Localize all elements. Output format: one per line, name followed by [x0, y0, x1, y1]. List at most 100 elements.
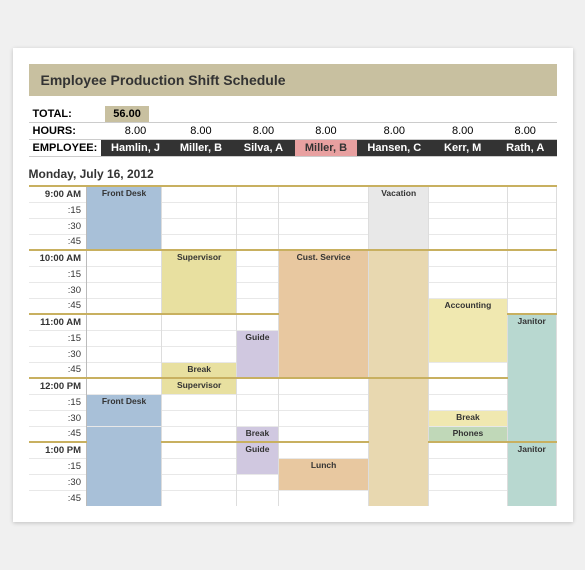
schedule-slot — [428, 234, 507, 250]
schedule-slot: Lunch — [278, 458, 369, 490]
emp-kerr: Kerr, M — [431, 140, 494, 157]
schedule-slot — [162, 458, 237, 474]
schedule-slot — [162, 330, 237, 346]
schedule-slot: Accounting — [428, 298, 507, 362]
hours-silva: 8.00 — [232, 123, 295, 140]
schedule-slot — [237, 490, 279, 506]
emp-miller2: Miller, B — [295, 140, 358, 157]
hours-miller2: 8.00 — [295, 123, 358, 140]
schedule-slot — [278, 378, 369, 394]
summary-table: TOTAL: 56.00 HOURS: 8.00 8.00 8.00 8.00 … — [29, 106, 557, 157]
schedule-slot — [162, 490, 237, 506]
time-cell: 11:00 AM — [29, 314, 87, 330]
emp-hamlin: Hamlin, J — [101, 140, 169, 157]
schedule-slot — [237, 378, 279, 394]
schedule-slot — [428, 282, 507, 298]
page-title: Employee Production Shift Schedule — [29, 64, 557, 96]
schedule-slot — [428, 218, 507, 234]
time-cell: 1:00 PM — [29, 442, 87, 458]
schedule-slot — [162, 314, 237, 330]
schedule-slot: Break — [237, 426, 279, 442]
schedule-slot — [87, 330, 162, 346]
emp-silva: Silva, A — [232, 140, 295, 157]
schedule-slot — [237, 250, 279, 266]
employee-label: EMPLOYEE: — [29, 140, 102, 157]
schedule-slot — [507, 202, 556, 218]
schedule-slot — [428, 362, 507, 378]
schedule-slot: Cust. Service — [278, 250, 369, 378]
schedule-slot — [87, 362, 162, 378]
schedule-slot — [428, 490, 507, 506]
schedule-slot — [237, 234, 279, 250]
schedule-slot — [369, 378, 428, 506]
schedule-slot — [507, 266, 556, 282]
emp-miller1: Miller, B — [170, 140, 233, 157]
hours-label: HOURS: — [29, 123, 102, 140]
hours-hamlin: 8.00 — [101, 123, 169, 140]
schedule-slot — [237, 202, 279, 218]
time-cell: 12:00 PM — [29, 378, 87, 394]
time-cell: :15 — [29, 330, 87, 346]
schedule-slot: Front Desk — [87, 394, 162, 426]
schedule-slot: Janitor — [507, 442, 556, 506]
time-cell: :30 — [29, 410, 87, 426]
schedule-slot — [278, 410, 369, 426]
schedule-slot: Break — [428, 410, 507, 426]
hours-miller1: 8.00 — [170, 123, 233, 140]
time-cell: :30 — [29, 218, 87, 234]
schedule-slot: Phones — [428, 426, 507, 442]
schedule-slot — [507, 218, 556, 234]
schedule-slot — [162, 426, 237, 442]
schedule-slot — [237, 410, 279, 426]
schedule-table: 9:00 AMFront DeskVacation:15:30:4510:00 … — [29, 185, 557, 506]
day-label: Monday, July 16, 2012 — [29, 167, 557, 181]
schedule-slot — [428, 394, 507, 410]
schedule-slot — [428, 442, 507, 458]
schedule-slot: Supervisor — [162, 250, 237, 314]
time-cell: :45 — [29, 298, 87, 314]
schedule-slot — [87, 250, 162, 266]
time-cell: :30 — [29, 282, 87, 298]
schedule-slot — [278, 202, 369, 218]
schedule-slot — [428, 250, 507, 266]
schedule-slot — [507, 186, 556, 202]
schedule-slot: Supervisor — [162, 378, 237, 394]
schedule-slot — [428, 378, 507, 394]
schedule-slot: Janitor — [507, 314, 556, 442]
schedule-slot — [162, 218, 237, 234]
emp-hansen: Hansen, C — [357, 140, 431, 157]
schedule-slot — [278, 234, 369, 250]
time-cell: :45 — [29, 426, 87, 442]
schedule-slot: Guide — [237, 330, 279, 378]
schedule-slot — [428, 266, 507, 282]
schedule-slot — [237, 186, 279, 202]
schedule-slot — [162, 474, 237, 490]
schedule-slot — [278, 490, 369, 506]
time-cell: :45 — [29, 234, 87, 250]
schedule-slot — [237, 282, 279, 298]
time-cell: :15 — [29, 266, 87, 282]
time-cell: :15 — [29, 394, 87, 410]
schedule-slot — [87, 298, 162, 314]
schedule-slot — [162, 410, 237, 426]
schedule-slot — [87, 266, 162, 282]
time-cell: :15 — [29, 202, 87, 218]
time-cell: :45 — [29, 362, 87, 378]
time-cell: :45 — [29, 490, 87, 506]
emp-rath: Rath, A — [494, 140, 557, 157]
schedule-slot — [87, 426, 162, 506]
schedule-slot: Vacation — [369, 186, 428, 250]
schedule-slot — [87, 378, 162, 394]
schedule-slot: Guide — [237, 442, 279, 474]
schedule-page: Employee Production Shift Schedule TOTAL… — [13, 48, 573, 522]
schedule-slot — [237, 394, 279, 410]
time-cell: :30 — [29, 474, 87, 490]
schedule-slot — [278, 186, 369, 202]
schedule-slot — [162, 186, 237, 202]
schedule-slot — [87, 282, 162, 298]
hours-hansen: 8.00 — [357, 123, 431, 140]
schedule-slot — [162, 346, 237, 362]
schedule-slot — [428, 458, 507, 474]
hours-rath: 8.00 — [494, 123, 557, 140]
schedule-slot — [237, 474, 279, 490]
